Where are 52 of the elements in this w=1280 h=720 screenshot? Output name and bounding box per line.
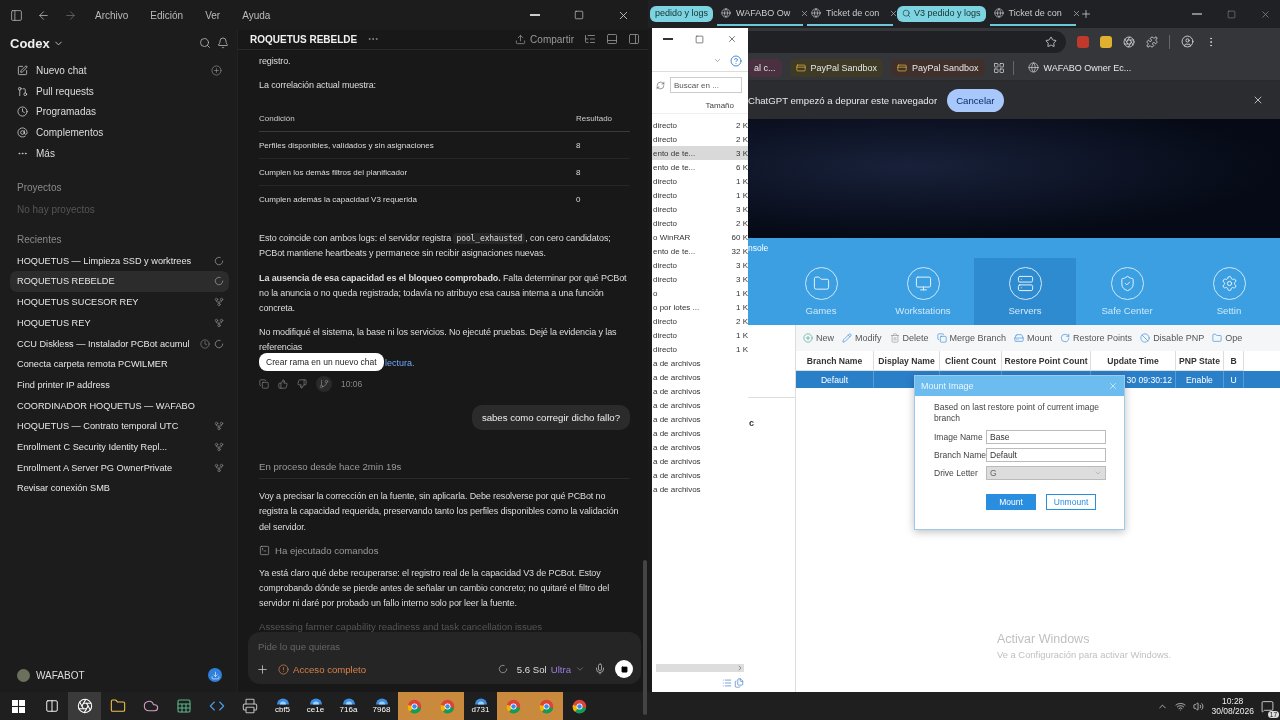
table-cell: Enable: [1186, 374, 1213, 385]
file-size: 2 K: [736, 120, 748, 130]
file-size: 3 K: [736, 274, 748, 284]
message-paragraph: Esto coincide con ambos logs: el servidor registra pool_exhausted , con cero candidatos; PCBot mantiene heartbeats y permanece sin recibir asignaciones nuevas.: [259, 232, 612, 261]
file-size: 3 K: [736, 204, 748, 214]
file-size: 1 K: [736, 190, 748, 200]
table-cell-text: Perfiles disponibles, validados y sin asignaciones: [259, 140, 435, 150]
message-time: 10:06: [341, 379, 363, 390]
app-title: nsole: [748, 243, 769, 253]
table-cell-text: Cumplen además la capacidad V3 requerida: [259, 195, 418, 205]
user-message: sabes como corregir dicho fallo?: [471, 405, 630, 431]
message-paragraph: Ya está claro qué debe recuperarse: el registro real de la capacidad V3 de PCBot. Estoy comprobando dónde se pierde antes de señalar un cambio concreto; no quitaré el filtro del servidor ni daré por probado un fallo interno solo por leer la fuente.: [259, 566, 611, 611]
tooltip: Crear rama en un nuevo chat: [259, 352, 384, 371]
table-cell-text: 8: [576, 167, 582, 177]
file-size: 2 K: [736, 134, 748, 144]
activation-title: Activar Windows: [997, 632, 1091, 646]
table-cell: 30 09:30:12: [1126, 374, 1172, 385]
infobar-message: ChatGPT empezó a depurar este navegador: [748, 94, 938, 106]
file-size: 32 K: [731, 246, 748, 256]
message-paragraph: La ausencia de esa capacidad es el bloqueo comprobado. Falta determinar por qué PCBot no la anuncia o no queda registrada; todavía no atribuyo esa causa interna a una función concreta.: [259, 271, 628, 316]
message-paragraph: Voy a precisar la corrección en la fuente, sin aplicarla. Debe resolverse por qué PCBot no registra la capacidad requerida, preservando tanto los perfiles disponibles como la validación del servidor.: [259, 490, 620, 534]
section-heading: Proyectos: [16, 182, 63, 194]
field-label: Branch Name: [934, 450, 986, 460]
table-cell-text: Cumplen los demás filtros del planificador: [259, 167, 409, 177]
dialog-title: Mount Image: [921, 381, 974, 391]
table-header: Condición: [259, 113, 296, 123]
table-cell-text: 0: [576, 195, 582, 205]
file-size: 2 K: [736, 218, 748, 228]
message-paragraph: No modifiqué el sistema, la base ni los servicios. No ejecuté pruebas. Dejé la evidencia y las referencias: [259, 326, 618, 355]
table-cell-text: 8: [576, 140, 582, 150]
file-size: 3 K: [736, 260, 748, 270]
file-size: 1 K: [736, 176, 748, 186]
side-label: c: [748, 418, 755, 428]
file-size: 1 K: [736, 344, 748, 354]
file-size: 1 K: [736, 302, 748, 312]
table-cell: Default: [820, 374, 849, 385]
field-label: Image Name: [934, 432, 983, 442]
chat-title: ROQUETUS REBELDE: [250, 33, 358, 45]
message-paragraph: La correlación actual muestra:: [259, 79, 377, 92]
dialog-description: Based on last restore point of current image branch: [934, 402, 1100, 424]
progress-status: En proceso desde hace 2min 19s: [259, 461, 630, 480]
file-size: 2 K: [736, 316, 748, 326]
section-heading: Recientes: [16, 234, 63, 246]
file-size: 1 K: [736, 288, 748, 298]
file-size: 1 K: [736, 330, 748, 340]
field-label: Drive Letter: [934, 468, 978, 478]
file-size: 60 K: [731, 232, 748, 242]
table-cell: U: [1230, 374, 1237, 385]
file-size: 3 K: [736, 148, 748, 158]
table-header: Resultado: [576, 113, 614, 123]
message-paragraph: registro.: [259, 54, 292, 68]
file-size: 6 K: [736, 162, 748, 172]
